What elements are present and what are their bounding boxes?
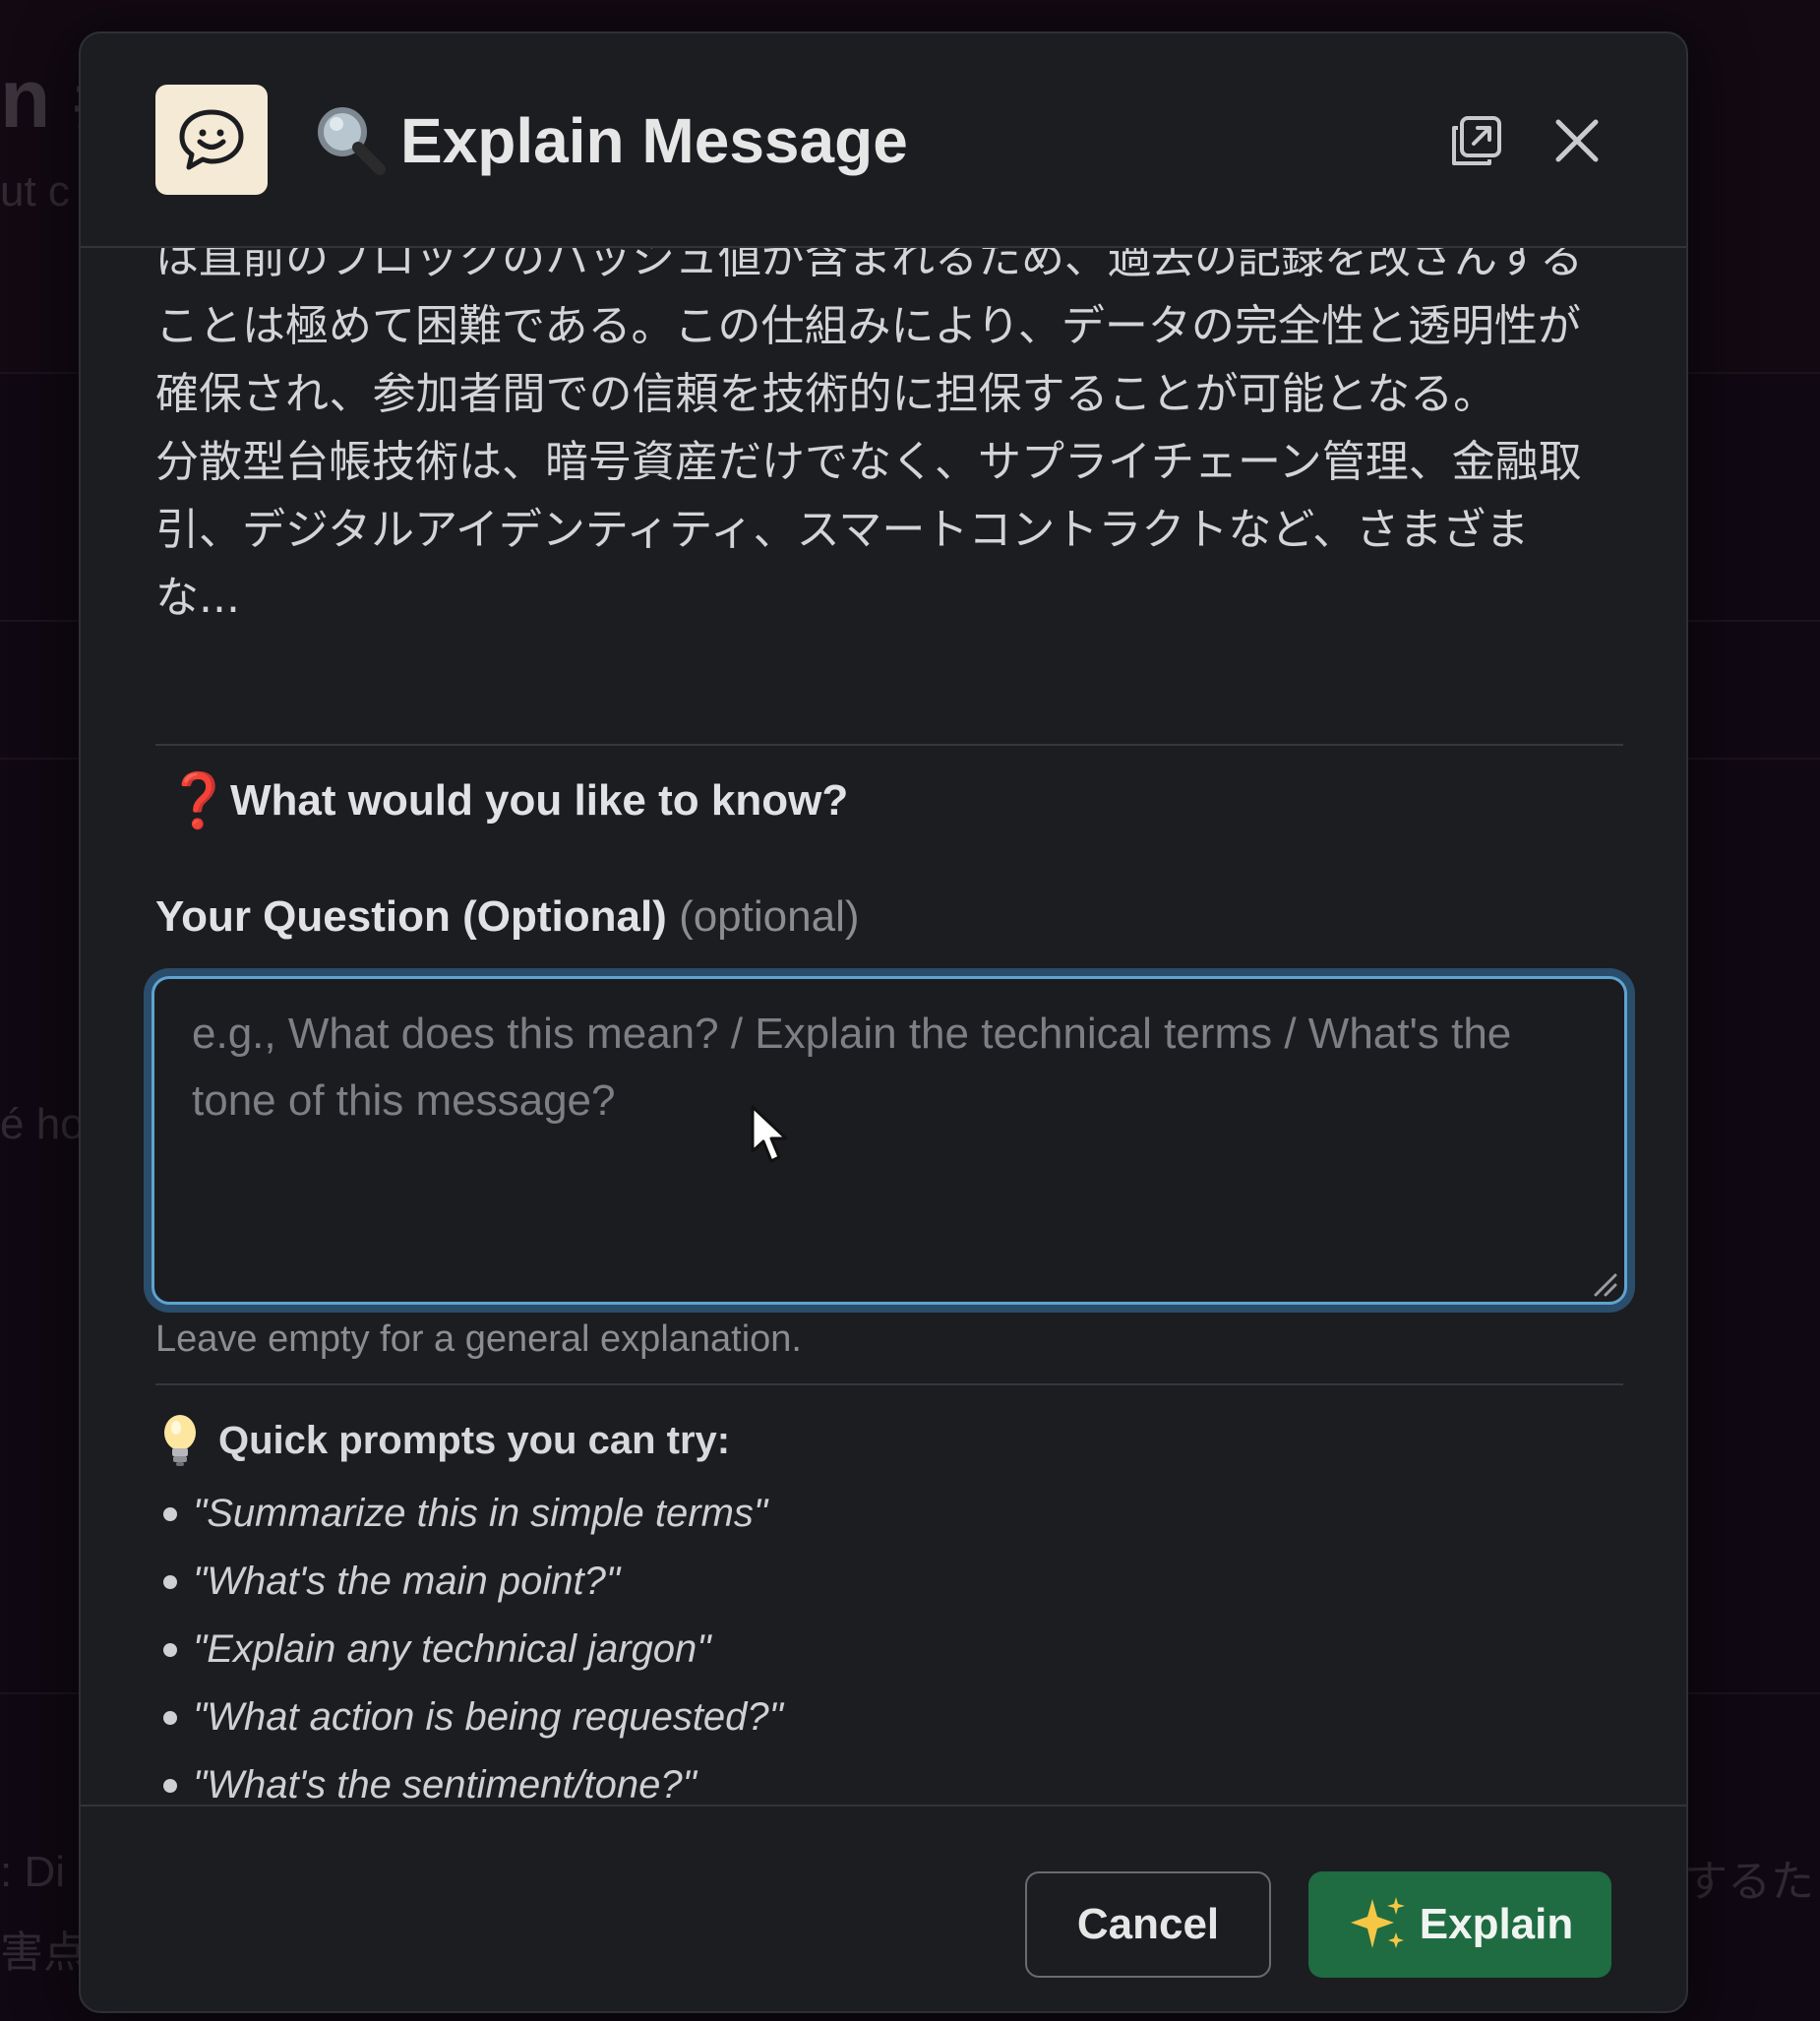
mouse-cursor-icon bbox=[751, 1105, 788, 1163]
divider bbox=[155, 744, 1623, 746]
popout-button[interactable] bbox=[1444, 108, 1509, 173]
smiley-chat-icon bbox=[155, 85, 268, 195]
question-section-heading: ❓ What would you like to know? bbox=[165, 769, 848, 832]
bullet-icon bbox=[163, 1506, 177, 1521]
modal-footer: Cancel Explain bbox=[81, 1805, 1686, 2011]
message-preview: は直前のブロックのハッシュ値が含まれるため、過去の記録を改ざんすることは極めて困… bbox=[155, 248, 1611, 632]
explain-button-label: Explain bbox=[1419, 1900, 1574, 1948]
quick-prompts-list: "Summarize this in simple terms" "What's… bbox=[155, 1480, 783, 1805]
bullet-icon bbox=[163, 1642, 177, 1657]
close-icon bbox=[1555, 119, 1599, 162]
modal-title: Explain Message bbox=[400, 105, 908, 176]
question-input-focus-ring bbox=[144, 968, 1635, 1313]
field-optional-tag: (optional) bbox=[679, 892, 860, 941]
quick-prompt-text: "What's the sentiment/tone?" bbox=[193, 1763, 697, 1805]
list-item: "What's the sentiment/tone?" bbox=[155, 1751, 783, 1805]
list-item: "What's the main point?" bbox=[155, 1548, 783, 1616]
field-label-text: Your Question (Optional) bbox=[155, 892, 667, 941]
message-paragraph: は直前のブロックのハッシュ値が含まれるため、過去の記録を改ざんすることは極めて困… bbox=[155, 248, 1584, 419]
bullet-icon bbox=[163, 1778, 177, 1793]
lightbulb-icon bbox=[164, 1415, 196, 1466]
list-item: "Summarize this in simple terms" bbox=[155, 1480, 783, 1548]
resize-handle-icon[interactable] bbox=[1592, 1271, 1617, 1297]
explain-message-modal: Explain Message は直前のブロックのハッシュ値が含まれるため、過去… bbox=[79, 31, 1688, 2013]
quick-prompt-text: "What action is being requested?" bbox=[193, 1695, 783, 1739]
bullet-icon bbox=[163, 1710, 177, 1725]
question-hint: Leave empty for a general explanation. bbox=[155, 1318, 802, 1360]
list-item: "Explain any technical jargon" bbox=[155, 1616, 783, 1684]
modal-header: Explain Message bbox=[81, 33, 1686, 248]
question-field-label: Your Question (Optional) (optional) bbox=[155, 891, 860, 943]
list-item: "What action is being requested?" bbox=[155, 1684, 783, 1751]
quick-prompts-heading-text: Quick prompts you can try: bbox=[218, 1418, 731, 1462]
cancel-button[interactable]: Cancel bbox=[1025, 1871, 1271, 1978]
sparkles-icon bbox=[1350, 1897, 1405, 1948]
message-paragraph: 分散型台帳技術は、暗号資産だけでなく、サプライチェーン管理、金融取引、デジタルア… bbox=[155, 437, 1582, 623]
question-heading-text: What would you like to know? bbox=[230, 776, 849, 825]
question-input[interactable] bbox=[152, 976, 1627, 1305]
popout-icon bbox=[1452, 116, 1501, 165]
explain-button[interactable]: Explain bbox=[1308, 1871, 1611, 1978]
close-button[interactable] bbox=[1545, 108, 1609, 173]
quick-prompt-text: "Summarize this in simple terms" bbox=[193, 1492, 768, 1535]
divider bbox=[155, 1383, 1623, 1385]
quick-prompt-text: "What's the main point?" bbox=[193, 1560, 621, 1603]
modal-body[interactable]: は直前のブロックのハッシュ値が含まれるため、過去の記録を改ざんすることは極めて困… bbox=[81, 248, 1686, 1805]
magnifier-icon bbox=[313, 102, 388, 177]
question-mark-icon: ❓ bbox=[165, 769, 232, 831]
quick-prompts-heading: Quick prompts you can try: bbox=[155, 1413, 730, 1468]
bullet-icon bbox=[163, 1574, 177, 1589]
quick-prompt-text: "Explain any technical jargon" bbox=[193, 1627, 711, 1671]
